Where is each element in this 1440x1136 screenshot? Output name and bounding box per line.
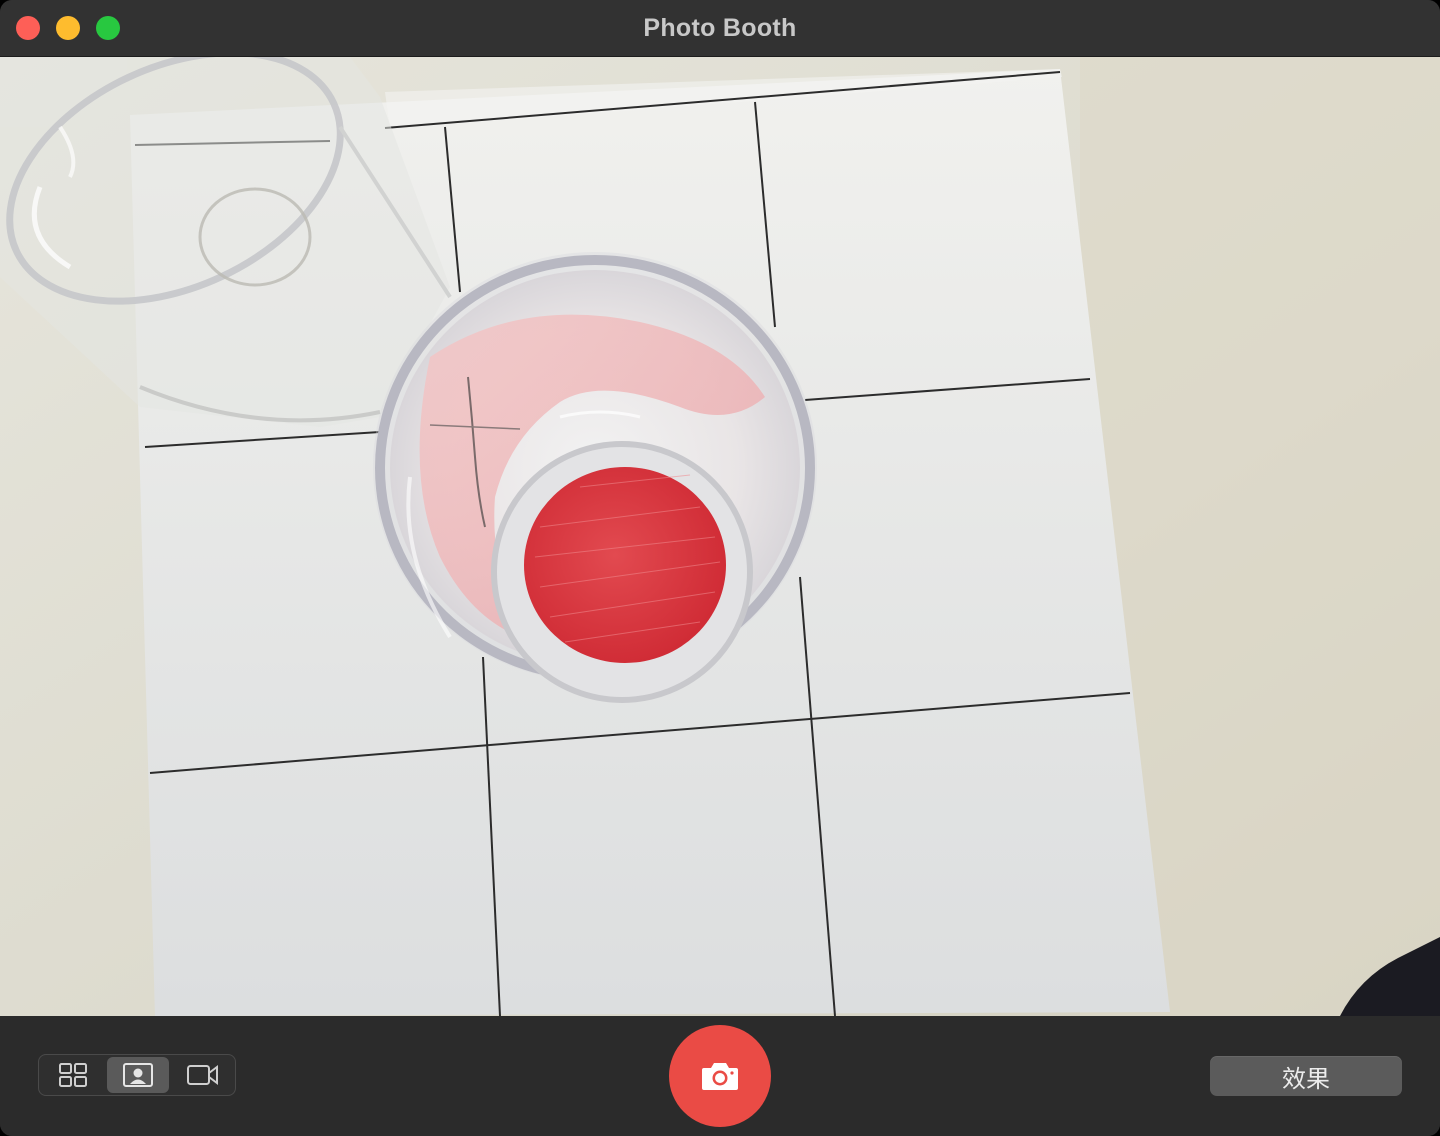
window-title: Photo Booth xyxy=(643,14,797,42)
single-photo-mode-button[interactable] xyxy=(107,1057,169,1093)
take-photo-button[interactable] xyxy=(669,1025,771,1127)
single-photo-icon xyxy=(123,1063,153,1087)
grid-four-icon xyxy=(59,1063,87,1087)
video-camera-icon xyxy=(187,1065,218,1085)
effects-button[interactable]: 效果 xyxy=(1210,1056,1402,1096)
capture-mode-selector xyxy=(38,1054,236,1096)
photo-booth-window: Photo Booth 效果 xyxy=(0,0,1440,1136)
four-photo-mode-button[interactable] xyxy=(42,1057,104,1093)
camera-feed-image xyxy=(0,57,1440,1016)
camera-preview xyxy=(0,57,1440,1016)
video-mode-button[interactable] xyxy=(172,1057,234,1093)
camera-icon xyxy=(702,1063,738,1090)
title-bar[interactable]: Photo Booth xyxy=(0,0,1440,57)
